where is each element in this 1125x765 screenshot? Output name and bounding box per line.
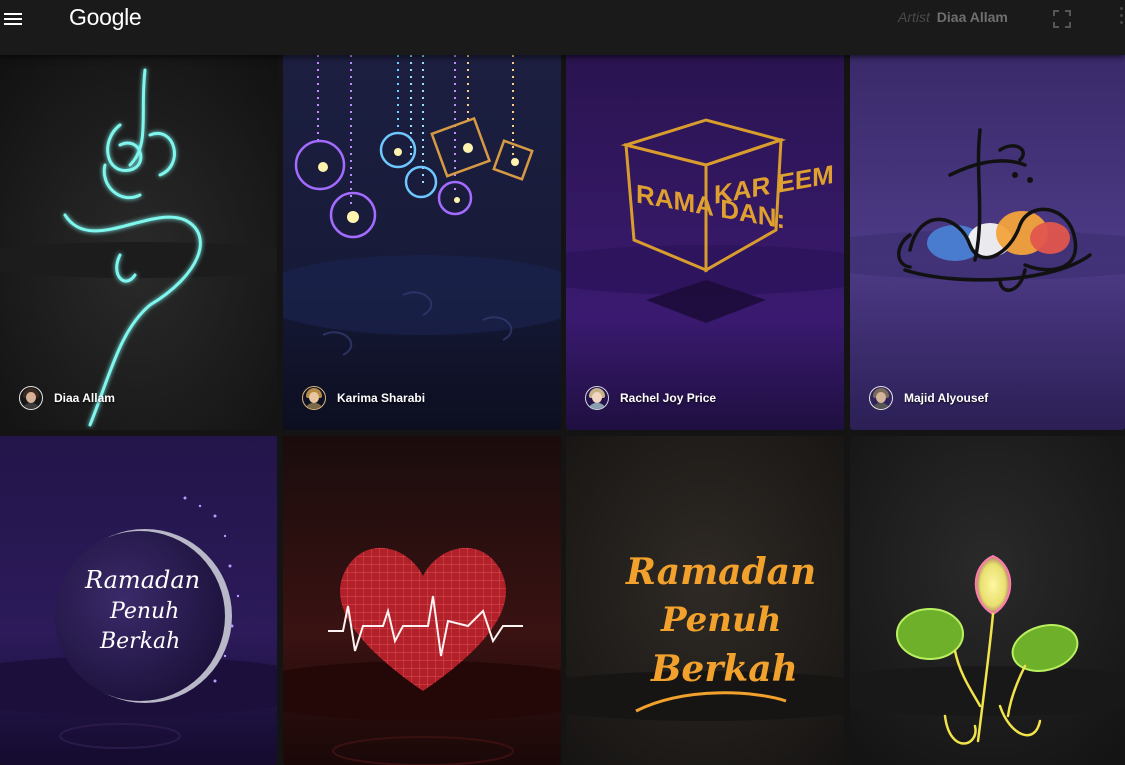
google-logo[interactable]: Google bbox=[69, 4, 142, 31]
gallery-tile[interactable]: Karima Sharabi bbox=[283, 55, 561, 430]
gold-script-line-2: Penuh bbox=[660, 600, 781, 640]
artist-name[interactable]: Diaa Allam bbox=[937, 9, 1008, 25]
gallery-tile[interactable]: Ramadan Penuh Berkah bbox=[566, 436, 844, 765]
sketch-gallery-grid: Diaa Allam Karima Sharabi RAMA DAN: KAR … bbox=[0, 55, 1125, 765]
current-artist: Artist Diaa Allam bbox=[898, 9, 1008, 25]
moon-script-line-2: Penuh bbox=[109, 599, 179, 624]
fullscreen-icon[interactable] bbox=[1052, 9, 1072, 29]
gallery-tile[interactable] bbox=[283, 436, 561, 765]
avatar bbox=[302, 386, 326, 410]
tile-artwork bbox=[283, 436, 561, 765]
artist-chip[interactable]: Diaa Allam bbox=[19, 386, 115, 410]
more-vert-icon[interactable] bbox=[1118, 7, 1124, 31]
tile-artwork: RAMA DAN: KAR EEM bbox=[566, 55, 844, 430]
tile-artwork bbox=[850, 55, 1125, 430]
gallery-tile[interactable]: Diaa Allam bbox=[0, 55, 277, 430]
artist-name-label: Karima Sharabi bbox=[337, 391, 426, 405]
gallery-tile[interactable] bbox=[850, 436, 1125, 765]
menu-icon[interactable] bbox=[4, 8, 24, 30]
gallery-tile[interactable]: Majid Alyousef bbox=[850, 55, 1125, 430]
moon-script-line-3: Berkah bbox=[99, 629, 180, 654]
artist-name-label: Rachel Joy Price bbox=[620, 391, 717, 405]
moon-script-line-1: Ramadan bbox=[84, 566, 200, 594]
tile-artwork: Ramadan Penuh Berkah bbox=[566, 436, 844, 765]
artist-name-label: Majid Alyousef bbox=[904, 391, 989, 405]
tile-artwork bbox=[850, 436, 1125, 765]
tile-artwork: Ramadan Penuh Berkah bbox=[0, 436, 277, 765]
gold-script-line-1: Ramadan bbox=[625, 551, 816, 593]
gallery-tile[interactable]: Ramadan Penuh Berkah bbox=[0, 436, 277, 765]
artist-chip[interactable]: Majid Alyousef bbox=[869, 386, 988, 410]
artist-label: Artist bbox=[898, 9, 930, 25]
artist-chip[interactable]: Karima Sharabi bbox=[302, 386, 425, 410]
artist-name-label: Diaa Allam bbox=[54, 391, 115, 405]
avatar bbox=[869, 386, 893, 410]
avatar bbox=[585, 386, 609, 410]
tile-artwork bbox=[283, 55, 561, 430]
avatar bbox=[19, 386, 43, 410]
gold-script-line-3: Berkah bbox=[650, 648, 798, 690]
top-app-bar: Google Artist Diaa Allam bbox=[0, 0, 1125, 55]
gallery-tile[interactable]: RAMA DAN: KAR EEM Rachel Joy Price bbox=[566, 55, 844, 430]
tile-artwork bbox=[0, 55, 277, 430]
artist-chip[interactable]: Rachel Joy Price bbox=[585, 386, 716, 410]
